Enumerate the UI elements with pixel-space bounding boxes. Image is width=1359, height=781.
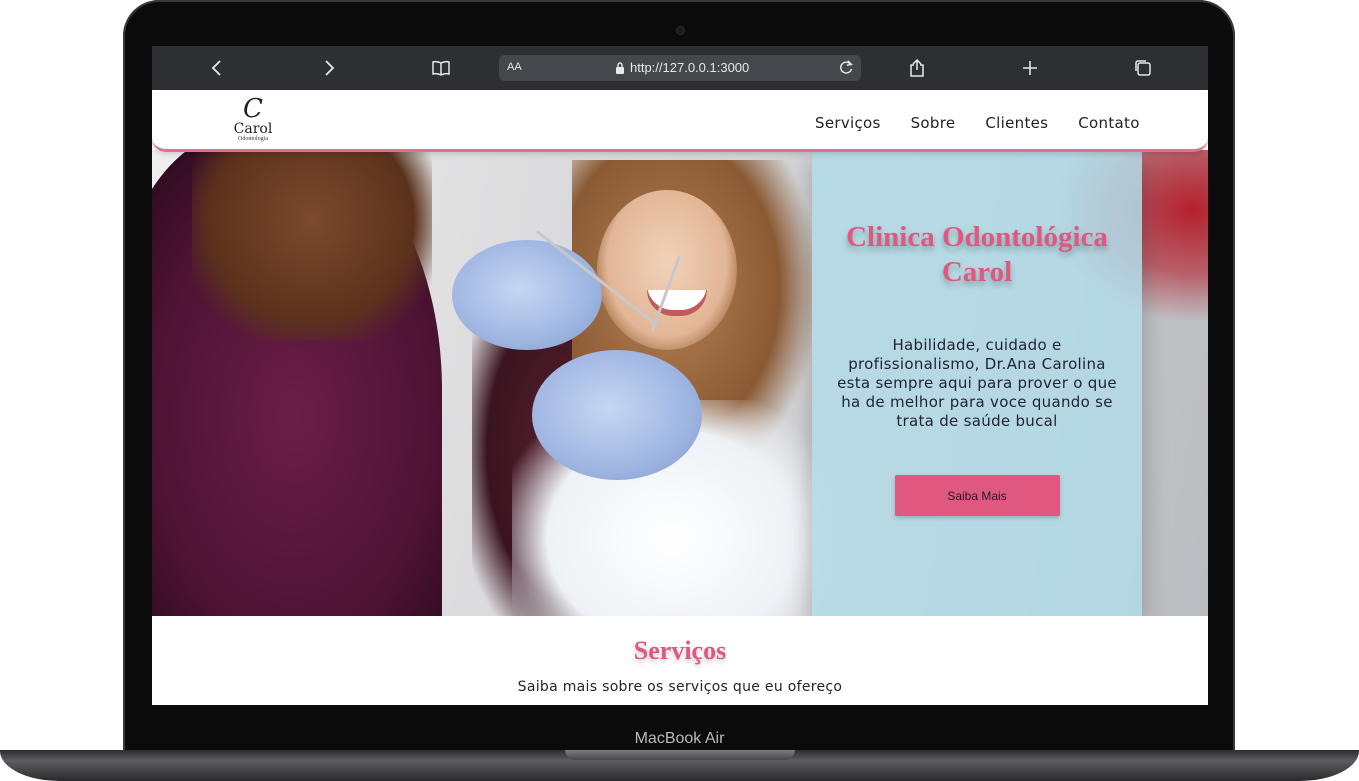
- back-icon[interactable]: [203, 54, 231, 82]
- services-title: Serviços: [633, 636, 727, 665]
- url-text: http://127.0.0.1:3000: [630, 60, 750, 75]
- hero-text: Habilidade, cuidado e profissionalismo, …: [837, 336, 1117, 430]
- nav-link-servicos[interactable]: Serviços: [800, 114, 896, 132]
- device-label: MacBook Air: [634, 730, 725, 747]
- site-header: C Carol Odontologia Serviços Sobre Clien…: [152, 90, 1208, 152]
- main-nav: Serviços Sobre Clientes Contato: [800, 114, 1155, 132]
- hero-image-patient-face: [597, 190, 737, 350]
- hero-image-glove: [452, 240, 602, 350]
- share-icon[interactable]: [903, 54, 931, 82]
- laptop-notch: [565, 750, 795, 760]
- hero-section: Clinica Odontológica Carol Habilidade, c…: [152, 150, 1208, 616]
- new-tab-icon[interactable]: [1016, 54, 1044, 82]
- nav-link-sobre[interactable]: Sobre: [896, 114, 971, 132]
- hero-title: Clinica Odontológica Carol: [846, 221, 1108, 288]
- saiba-mais-button[interactable]: Saiba Mais: [894, 475, 1060, 516]
- url-display[interactable]: http://127.0.0.1:3000: [615, 60, 749, 75]
- lock-icon: [616, 61, 624, 74]
- screen: AA http://127.0.0.1:3000 C Carol Odontol…: [152, 46, 1208, 705]
- tabs-icon[interactable]: [1129, 54, 1157, 82]
- logo-mark: C: [243, 94, 263, 124]
- forward-icon[interactable]: [315, 54, 343, 82]
- hero-image-glove: [532, 350, 702, 480]
- nav-link-contato[interactable]: Contato: [1063, 114, 1154, 132]
- services-subtitle: Saiba mais sobre os serviços que eu ofer…: [517, 679, 843, 695]
- camera-icon: [677, 27, 684, 34]
- text-size-button[interactable]: AA: [507, 61, 522, 73]
- browser-toolbar: AA http://127.0.0.1:3000: [152, 46, 1208, 90]
- logo-sub: Odontologia: [238, 136, 268, 142]
- hero-panel: Clinica Odontológica Carol Habilidade, c…: [812, 150, 1142, 616]
- logo-name: Carol: [233, 121, 273, 137]
- bookmarks-icon[interactable]: [427, 54, 455, 82]
- logo[interactable]: C Carol Odontologia: [230, 96, 276, 146]
- hero-image-dentist-hair: [192, 150, 432, 340]
- address-bar[interactable]: AA http://127.0.0.1:3000: [499, 55, 861, 81]
- reload-icon[interactable]: [837, 59, 855, 77]
- nav-link-clientes[interactable]: Clientes: [970, 114, 1063, 132]
